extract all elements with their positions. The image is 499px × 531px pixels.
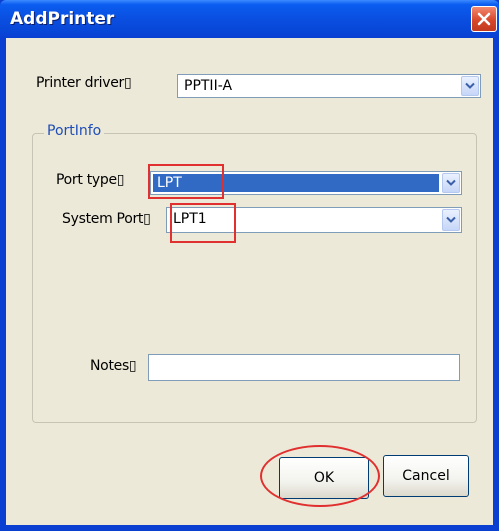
port-type-annotation-box xyxy=(148,164,224,199)
notes-label: Notes▯ xyxy=(90,358,137,374)
system-port-dropdown-button[interactable] xyxy=(442,209,460,231)
cancel-button[interactable]: Cancel xyxy=(383,455,469,497)
printer-driver-label: Printer driver▯ xyxy=(36,75,132,91)
chevron-down-icon xyxy=(446,179,456,186)
printer-driver-dropdown-button[interactable] xyxy=(461,76,479,96)
printer-driver-value: PPTII-A xyxy=(184,78,233,94)
ok-button-annotation-ellipse xyxy=(260,445,380,507)
close-button[interactable] xyxy=(471,6,497,32)
port-type-dropdown-button[interactable] xyxy=(442,173,460,193)
system-port-annotation-box xyxy=(170,203,236,243)
portinfo-group-title: PortInfo xyxy=(44,123,105,139)
port-type-label: Port type▯ xyxy=(56,172,125,188)
printer-driver-select[interactable]: PPTII-A xyxy=(177,74,481,98)
close-icon xyxy=(477,12,491,26)
title-bar[interactable]: AddPrinter xyxy=(0,0,499,38)
dialog-title: AddPrinter xyxy=(10,9,115,29)
chevron-down-icon xyxy=(465,82,475,89)
system-port-label: System Port▯ xyxy=(62,211,151,227)
notes-input[interactable] xyxy=(148,354,460,381)
chevron-down-icon xyxy=(446,216,456,223)
